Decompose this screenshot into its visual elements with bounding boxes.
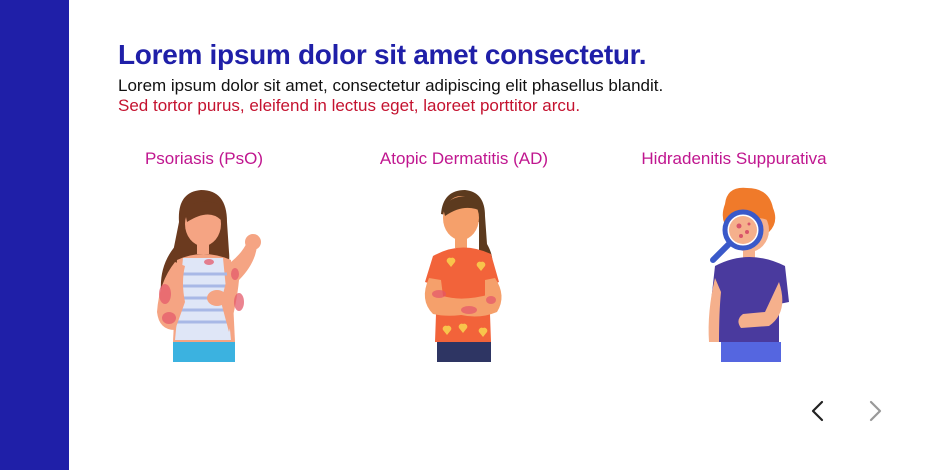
previous-slide-button[interactable] xyxy=(803,396,833,426)
woman-scratching-arm-illustration xyxy=(424,190,502,362)
condition-card-psoriasis[interactable]: Psoriasis (PsO) xyxy=(94,148,314,362)
next-slide-button[interactable] xyxy=(860,396,890,426)
boy-with-magnifier-illustration xyxy=(708,187,789,362)
chevron-right-icon xyxy=(869,400,882,422)
condition-label: Atopic Dermatitis (AD) xyxy=(379,149,549,168)
chevron-left-icon xyxy=(811,400,824,422)
woman-with-psoriasis-illustration xyxy=(157,190,261,362)
slide-title: Lorem ipsum dolor sit amet consectetur. xyxy=(118,39,647,70)
condition-label: Psoriasis (PsO) xyxy=(144,149,264,168)
slide-subtitle-line-2: Sed tortor purus, eleifend in lectus ege… xyxy=(118,96,581,115)
slide-subtitle-line-1: Lorem ipsum dolor sit amet, consectetur … xyxy=(118,76,664,95)
condition-card-atopic-dermatitis[interactable]: Atopic Dermatitis (AD) xyxy=(354,148,574,362)
side-accent-bar xyxy=(0,0,69,470)
condition-label: Hidradenitis Suppurativa xyxy=(641,149,827,168)
slide-header: Lorem ipsum dolor sit amet consectetur. … xyxy=(118,38,898,116)
condition-card-hidradenitis-suppurativa[interactable]: Hidradenitis Suppurativa xyxy=(624,148,844,362)
